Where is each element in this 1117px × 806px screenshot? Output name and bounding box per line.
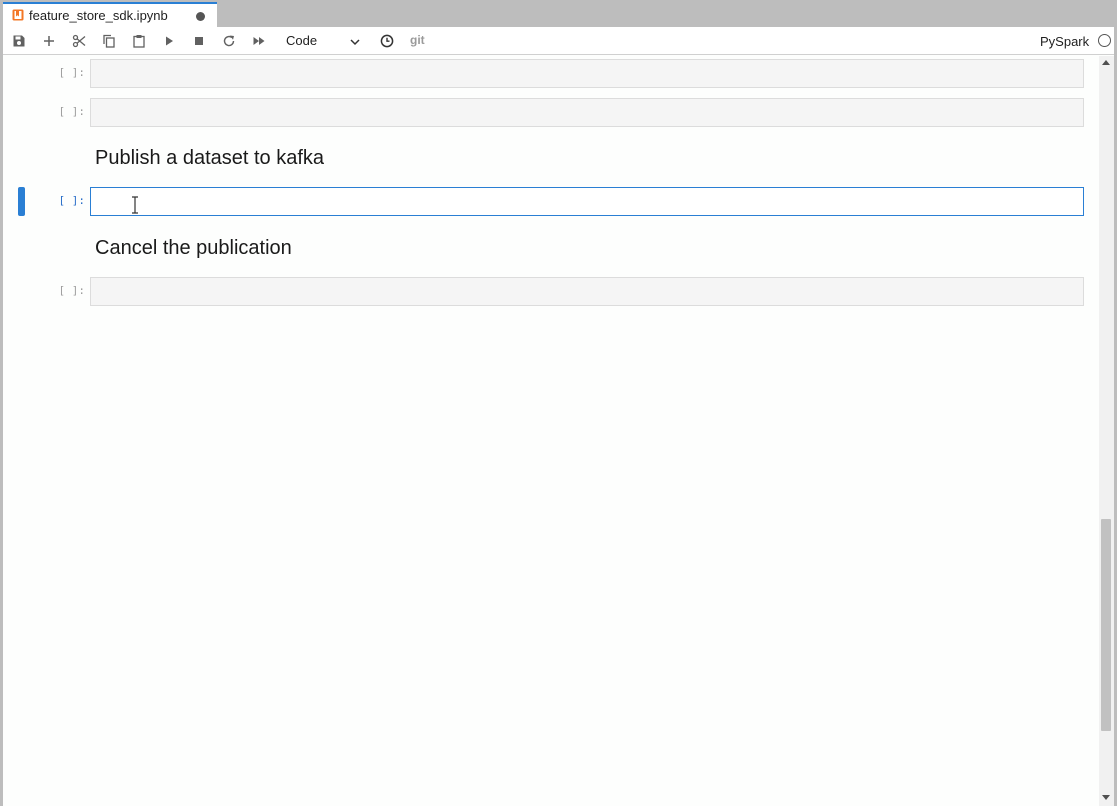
restart-button[interactable] xyxy=(220,32,238,50)
markdown-cell[interactable]: Publish a dataset to kafka xyxy=(95,147,324,170)
notebook-tab[interactable]: feature_store_sdk.ipynb xyxy=(3,2,217,27)
restart-icon xyxy=(223,35,235,47)
notebook-content: [ ]: [ ]: Publish a dataset to kafka [ ]… xyxy=(3,56,1099,806)
add-cell-button[interactable] xyxy=(40,32,58,50)
cell-type-select[interactable]: Code xyxy=(279,31,365,51)
chevron-down-icon xyxy=(350,39,360,46)
cell-prompt: [ ]: xyxy=(58,284,86,297)
tab-bar: feature_store_sdk.ipynb xyxy=(0,0,1117,27)
code-cell-editor[interactable] xyxy=(90,98,1084,127)
vertical-scrollbar[interactable] xyxy=(1099,56,1114,806)
restart-run-all-button[interactable] xyxy=(250,32,268,50)
save-icon xyxy=(13,35,25,47)
copy-icon xyxy=(103,34,115,48)
code-cell-editor[interactable] xyxy=(90,59,1084,88)
unsaved-dot-icon[interactable] xyxy=(196,12,205,21)
paste-icon xyxy=(133,35,145,48)
clock-button[interactable] xyxy=(378,32,396,50)
save-button[interactable] xyxy=(10,32,28,50)
kernel-name[interactable]: PySpark xyxy=(1040,34,1089,49)
cell-prompt: [ ]: xyxy=(58,105,86,118)
stop-icon xyxy=(195,37,203,45)
add-cell-icon xyxy=(44,36,54,46)
notebook-icon xyxy=(12,9,24,21)
cut-button[interactable] xyxy=(70,32,88,50)
scroll-down-arrow-icon[interactable] xyxy=(1102,795,1110,800)
run-button[interactable] xyxy=(160,32,178,50)
kernel-status-icon xyxy=(1098,34,1111,47)
clock-icon xyxy=(380,34,394,48)
code-cell-editor[interactable] xyxy=(90,277,1084,306)
run-icon xyxy=(166,36,173,46)
markdown-cell[interactable]: Cancel the publication xyxy=(95,237,292,260)
fast-forward-icon xyxy=(253,37,265,45)
notebook-panel: Code git PySpark [ ]: [ ]: Publish a dat… xyxy=(3,27,1114,806)
paste-button[interactable] xyxy=(130,32,148,50)
cell-prompt: [ ]: xyxy=(58,194,86,207)
copy-button[interactable] xyxy=(100,32,118,50)
scroll-up-arrow-icon[interactable] xyxy=(1102,60,1110,65)
cell-type-label: Code xyxy=(286,33,318,48)
scrollbar-thumb[interactable] xyxy=(1101,519,1111,731)
git-button[interactable]: git xyxy=(410,33,425,47)
stop-button[interactable] xyxy=(190,32,208,50)
text-cursor-icon xyxy=(132,196,138,214)
active-code-cell-editor[interactable] xyxy=(90,187,1084,216)
cut-icon xyxy=(72,34,86,48)
tab-title: feature_store_sdk.ipynb xyxy=(29,8,168,23)
cell-prompt: [ ]: xyxy=(58,66,86,79)
notebook-toolbar: Code git PySpark xyxy=(3,27,1114,55)
active-cell-collapser[interactable] xyxy=(18,187,25,216)
